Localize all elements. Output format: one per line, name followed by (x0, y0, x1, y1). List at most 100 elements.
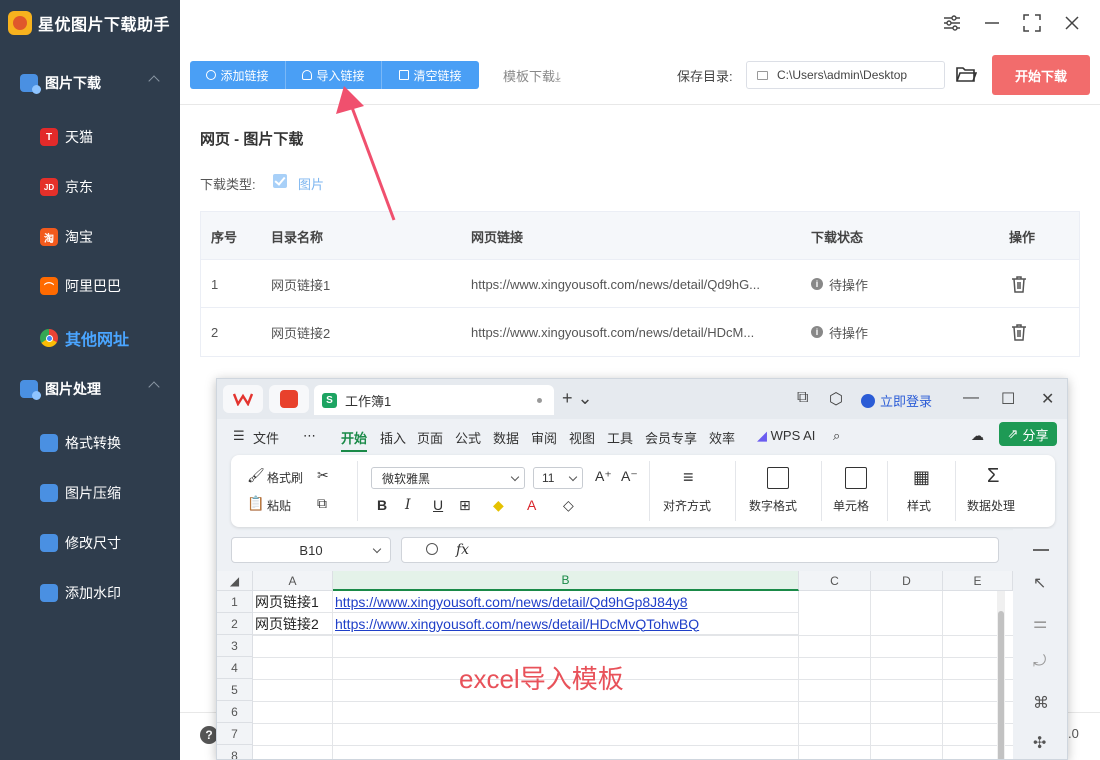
decrease-font-icon[interactable]: A⁻ (621, 468, 638, 485)
share-button[interactable]: ⇗ 分享 (999, 422, 1057, 446)
clear-format-icon[interactable]: ◇ (563, 497, 574, 514)
bold-icon[interactable]: B (377, 497, 387, 513)
column-header[interactable]: D (871, 571, 943, 591)
sidebar-item-format-convert[interactable]: 格式转换 (0, 423, 180, 463)
paste-icon[interactable]: 📋 (247, 495, 264, 512)
column-header[interactable]: B (333, 571, 799, 591)
italic-icon[interactable]: I (405, 497, 411, 513)
cut-icon[interactable]: ✂ (317, 467, 329, 484)
menu-tools[interactable]: 工具 (607, 428, 633, 447)
menu-more[interactable]: ⋯ (303, 428, 316, 444)
formula-bar[interactable]: fx (401, 537, 999, 563)
sidebar-item-jd[interactable]: JD 京东 (0, 167, 180, 207)
menu-page[interactable]: 页面 (417, 428, 443, 447)
sidebar-item-tmall[interactable]: T 天猫 (0, 117, 180, 157)
sidebar-item-alibaba[interactable]: ⌒ 阿里巴巴 (0, 266, 180, 306)
menu-wps-ai[interactable]: ◢ WPS AI (757, 428, 815, 444)
minimize-icon[interactable] (979, 10, 1005, 36)
new-tab-icon[interactable]: + ⌄ (562, 388, 593, 409)
sheet-ai-icon[interactable]: ⌘ (1033, 693, 1049, 713)
style-icon[interactable]: ▦ (913, 467, 930, 488)
cube-icon[interactable]: ⬡ (829, 389, 843, 409)
scrollbar-thumb[interactable] (998, 611, 1004, 759)
row-header[interactable]: 6 (217, 701, 253, 723)
cell-b2[interactable]: https://www.xingyousoft.com/news/detail/… (333, 613, 799, 635)
cell-a2[interactable]: 网页链接2 (253, 613, 333, 635)
menu-file[interactable]: 文件 (253, 428, 279, 447)
data-process-label[interactable]: 数据处理 (967, 497, 1015, 514)
vertical-scrollbar[interactable] (997, 591, 1005, 759)
folder-open-icon[interactable] (955, 64, 978, 84)
menu-formula[interactable]: 公式 (455, 428, 481, 447)
font-size-select[interactable]: 11 (533, 467, 583, 489)
menu-insert[interactable]: 插入 (380, 428, 406, 447)
increase-font-icon[interactable]: A⁺ (595, 468, 612, 485)
add-link-button[interactable]: 添加链接 (190, 61, 286, 89)
column-header[interactable]: C (799, 571, 871, 591)
delete-row-button[interactable] (1009, 260, 1069, 308)
menu-review[interactable]: 审阅 (531, 428, 557, 447)
column-header[interactable]: A (253, 571, 333, 591)
row-header[interactable]: 3 (217, 635, 253, 657)
nav-group-image-process[interactable]: 图片处理 (0, 369, 180, 409)
fx-icon[interactable]: fx (456, 542, 469, 558)
cell-label[interactable]: 单元格 (833, 497, 869, 514)
cursor-icon[interactable]: ↖ (1033, 573, 1046, 593)
row-header[interactable]: 8 (217, 745, 253, 759)
cloud-sync-icon[interactable]: ☁ (971, 428, 984, 444)
sliders-icon[interactable]: ⚌ (1033, 613, 1047, 633)
menu-hamburger-icon[interactable]: ☰ (233, 428, 245, 444)
sidebar-item-resize[interactable]: 修改尺寸 (0, 523, 180, 563)
search-icon[interactable]: ⌕ (833, 428, 840, 444)
border-icon[interactable]: ⊞ (459, 497, 471, 514)
maximize-icon[interactable] (1019, 10, 1045, 36)
cell-icon[interactable] (845, 467, 867, 489)
wps-logo-icon[interactable] (223, 385, 263, 413)
maximize-icon[interactable]: ☐ (1001, 389, 1015, 409)
fill-color-icon[interactable]: ◆ (493, 497, 504, 514)
save-dir-field[interactable]: C:\Users\admin\Desktop (746, 61, 945, 89)
zoom-formula-icon[interactable] (426, 543, 438, 555)
format-painter-icon[interactable]: 🖌 (247, 467, 265, 484)
underline-icon[interactable]: U (433, 497, 443, 513)
sidebar-item-watermark[interactable]: 添加水印 (0, 573, 180, 613)
sidebar-item-other-sites[interactable]: 其他网址 (0, 318, 180, 358)
window-layout-icon[interactable]: ⧉ (797, 389, 808, 407)
login-button[interactable]: 立即登录 (861, 391, 932, 410)
pdf-app-icon[interactable] (269, 385, 309, 413)
align-icon[interactable]: ≡ (683, 467, 694, 488)
row-header[interactable]: 2 (217, 613, 253, 635)
column-header[interactable]: E (943, 571, 1013, 591)
number-format-label[interactable]: 数字格式 (749, 497, 797, 514)
menu-member[interactable]: 会员专享 (645, 428, 697, 447)
align-label[interactable]: 对齐方式 (663, 497, 711, 514)
row-header[interactable]: 1 (217, 591, 253, 613)
paste-label[interactable]: 粘贴 (267, 497, 291, 514)
menu-efficiency[interactable]: 效率 (709, 428, 735, 447)
row-header[interactable]: 4 (217, 657, 253, 679)
row-header[interactable]: 5 (217, 679, 253, 701)
empty-cells[interactable] (253, 635, 1013, 759)
select-all-corner[interactable]: ◢ (217, 571, 253, 591)
convert-icon[interactable]: ⤾ (1033, 653, 1046, 671)
start-download-button[interactable]: 开始下载 (992, 55, 1090, 95)
menu-view[interactable]: 视图 (569, 428, 595, 447)
sigma-icon[interactable]: Σ (987, 465, 999, 488)
row-header[interactable]: 7 (217, 723, 253, 745)
tools-icon[interactable]: ✣ (1033, 733, 1046, 753)
delete-row-button[interactable] (1009, 308, 1069, 356)
sidebar-item-compress[interactable]: 图片压缩 (0, 473, 180, 513)
number-format-icon[interactable] (767, 467, 789, 489)
close-icon[interactable]: ✕ (1041, 389, 1054, 409)
copy-icon[interactable]: ⧉ (317, 495, 327, 512)
font-family-select[interactable]: 微软雅黑 (371, 467, 525, 489)
settings-sliders-icon[interactable] (939, 10, 965, 36)
close-icon[interactable] (1059, 10, 1085, 36)
cell-b1[interactable]: https://www.xingyousoft.com/news/detail/… (333, 591, 799, 613)
menu-data[interactable]: 数据 (493, 428, 519, 447)
excel-document-tab[interactable]: S 工作簿1 (314, 385, 554, 415)
cell-a1[interactable]: 网页链接1 (253, 591, 333, 613)
nav-group-image-download[interactable]: 图片下载 (0, 63, 180, 103)
name-box[interactable]: B10 (231, 537, 391, 563)
font-color-icon[interactable]: A (527, 497, 536, 513)
